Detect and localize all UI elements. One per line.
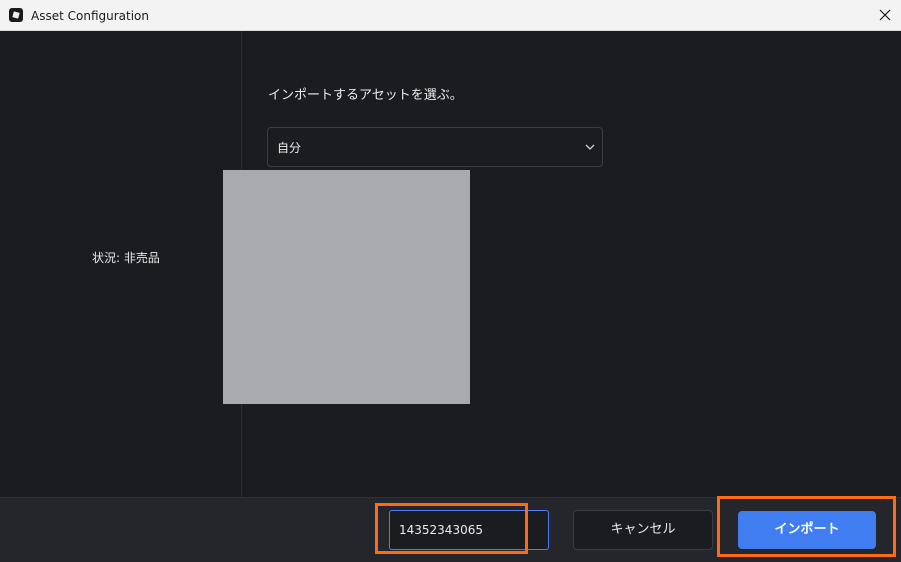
import-button[interactable]: インポート <box>738 511 876 549</box>
asset-configuration-window: Asset Configuration 状況: 非売品 インポートするアセットを… <box>0 0 901 562</box>
window-title: Asset Configuration <box>31 9 149 23</box>
title-bar: Asset Configuration <box>0 0 901 31</box>
sale-status-text: 状況: 非売品 <box>92 251 160 265</box>
close-button[interactable] <box>869 0 901 30</box>
asset-id-field[interactable] <box>389 510 549 550</box>
roblox-studio-icon <box>9 8 23 22</box>
cancel-button[interactable]: キャンセル <box>573 510 713 550</box>
asset-id-input[interactable] <box>390 511 548 549</box>
owner-dropdown[interactable]: 自分 <box>267 127 603 167</box>
close-icon <box>879 9 891 21</box>
asset-preview-thumbnail <box>223 170 470 404</box>
owner-dropdown-value: 自分 <box>277 141 302 155</box>
chevron-down-icon <box>585 144 595 150</box>
import-prompt: インポートするアセットを選ぶ。 <box>268 88 463 103</box>
